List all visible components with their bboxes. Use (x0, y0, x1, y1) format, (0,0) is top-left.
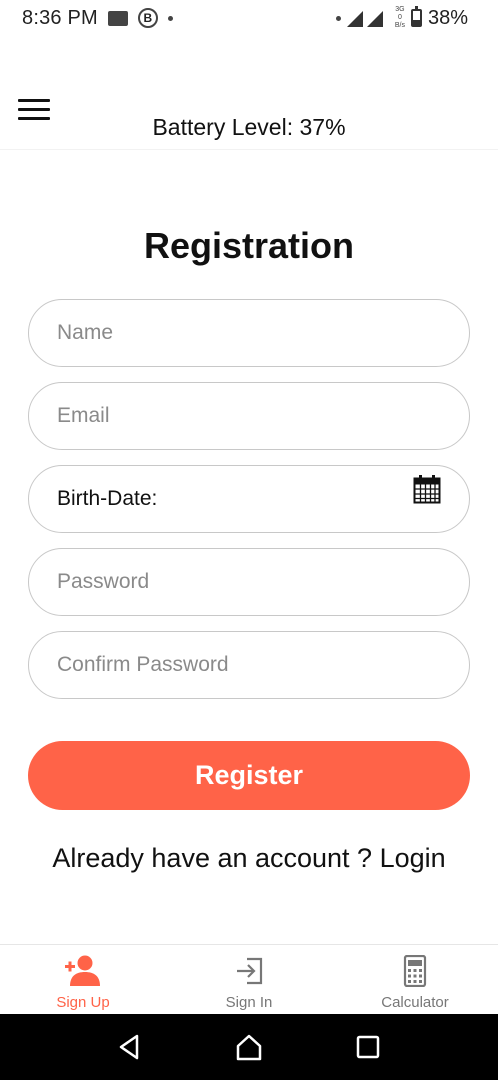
notification-dot-icon (167, 15, 173, 21)
nav-sign-up[interactable]: Sign Up (0, 945, 166, 1014)
home-icon[interactable] (234, 1032, 264, 1062)
folder-icon (107, 10, 128, 26)
system-navigation-bar (0, 1014, 498, 1080)
battery-level-text: Battery Level: 37% (152, 114, 346, 140)
app-header: Battery Level: 37% (0, 70, 498, 150)
speed-value: 0 (397, 14, 402, 21)
calendar-icon[interactable] (413, 474, 441, 504)
network-speed: 3G 0 B/s (395, 6, 405, 30)
status-right: 3G 0 B/s 38% (335, 6, 468, 30)
name-input[interactable] (57, 321, 441, 345)
b-notification-icon: B (137, 8, 158, 28)
add-user-icon (65, 955, 100, 986)
email-input[interactable] (57, 404, 441, 428)
status-left: 8:36 PM B (22, 7, 173, 30)
network-type: 3G (395, 6, 405, 13)
notification-dot-icon (335, 15, 341, 21)
bottom-navigation: Sign Up Sign In Calculator (0, 944, 498, 1014)
recents-icon[interactable] (353, 1032, 383, 1062)
clock: 8:36 PM (22, 6, 98, 29)
email-field[interactable] (28, 382, 470, 450)
birthdate-field[interactable]: Birth-Date: (28, 465, 470, 533)
nav-label: Sign Up (56, 994, 110, 1011)
battery-fill (412, 19, 420, 25)
nav-label: Sign In (225, 994, 273, 1011)
confirm-password-field[interactable] (28, 631, 470, 699)
back-icon[interactable] (115, 1032, 145, 1062)
confirm-password-input[interactable] (57, 653, 441, 677)
nav-calculator[interactable]: Calculator (332, 945, 498, 1014)
battery-icon (410, 6, 422, 27)
signal-icon (346, 11, 383, 27)
status-bar: 8:36 PM B 3G 0 B/s 38% (0, 0, 498, 36)
login-link[interactable]: Already have an account ? Login (0, 843, 498, 874)
calculator-icon (403, 955, 427, 987)
password-input[interactable] (57, 570, 441, 594)
nav-sign-in[interactable]: Sign In (166, 945, 332, 1014)
name-field[interactable] (28, 299, 470, 367)
speed-unit: B/s (394, 22, 405, 29)
nav-label: Calculator (381, 994, 449, 1011)
birthdate-label: Birth-Date: (57, 487, 158, 510)
page-title: Registration (143, 225, 355, 266)
register-button[interactable]: Register (28, 741, 470, 810)
password-field[interactable] (28, 548, 470, 616)
app-screen: 8:36 PM B 3G 0 B/s 38% Battery Level: 37… (0, 0, 498, 1080)
battery-percent: 38% (427, 6, 468, 29)
sign-in-icon (237, 957, 263, 985)
